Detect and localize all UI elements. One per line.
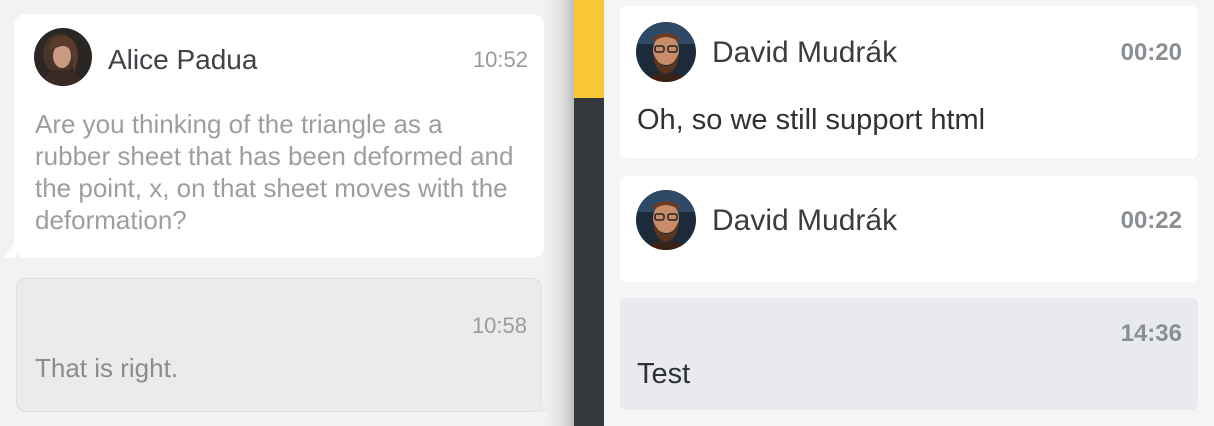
outgoing-message-bubble[interactable]: 10:58 That is right. [16, 278, 551, 412]
message-text: Oh, so we still support html [637, 104, 986, 136]
avatar[interactable] [34, 28, 92, 86]
sender-name: David Mudrák [712, 204, 898, 237]
user-avatar-icon [636, 22, 696, 82]
message-timestamp: 00:20 [1120, 39, 1182, 66]
pane-shadow [545, 0, 574, 426]
divider-accent-bar [574, 0, 604, 98]
own-message-card[interactable]: 14:36 Test [620, 298, 1198, 410]
incoming-message-bubble[interactable]: Alice Padua 10:52 Are you thinking of th… [2, 14, 544, 258]
message-timestamp: 10:58 [471, 313, 527, 338]
message-timestamp: 10:52 [472, 47, 528, 72]
right-chat-pane: David Mudrák 00:20 Oh, so we still suppo… [604, 0, 1214, 426]
message-text: That is right. [35, 353, 179, 383]
message-text: Test [637, 358, 691, 390]
message-card[interactable]: David Mudrák 00:22 [620, 176, 1198, 282]
user-avatar-icon [34, 28, 92, 86]
user-avatar-icon [636, 190, 696, 250]
message-timestamp: 14:36 [1120, 320, 1182, 347]
left-chat-pane: Alice Padua 10:52 Are you thinking of th… [0, 0, 574, 426]
avatar[interactable] [636, 190, 696, 250]
message-timestamp: 00:22 [1120, 207, 1182, 234]
message-card[interactable]: David Mudrák 00:20 Oh, so we still suppo… [620, 6, 1198, 158]
bubble-tail [2, 242, 16, 258]
message-text: Are you thinking of the triangle as a ru… [35, 109, 514, 235]
sender-name: Alice Padua [108, 44, 258, 75]
sender-name: David Mudrák [712, 36, 898, 69]
avatar[interactable] [636, 22, 696, 82]
pane-divider [574, 0, 604, 426]
